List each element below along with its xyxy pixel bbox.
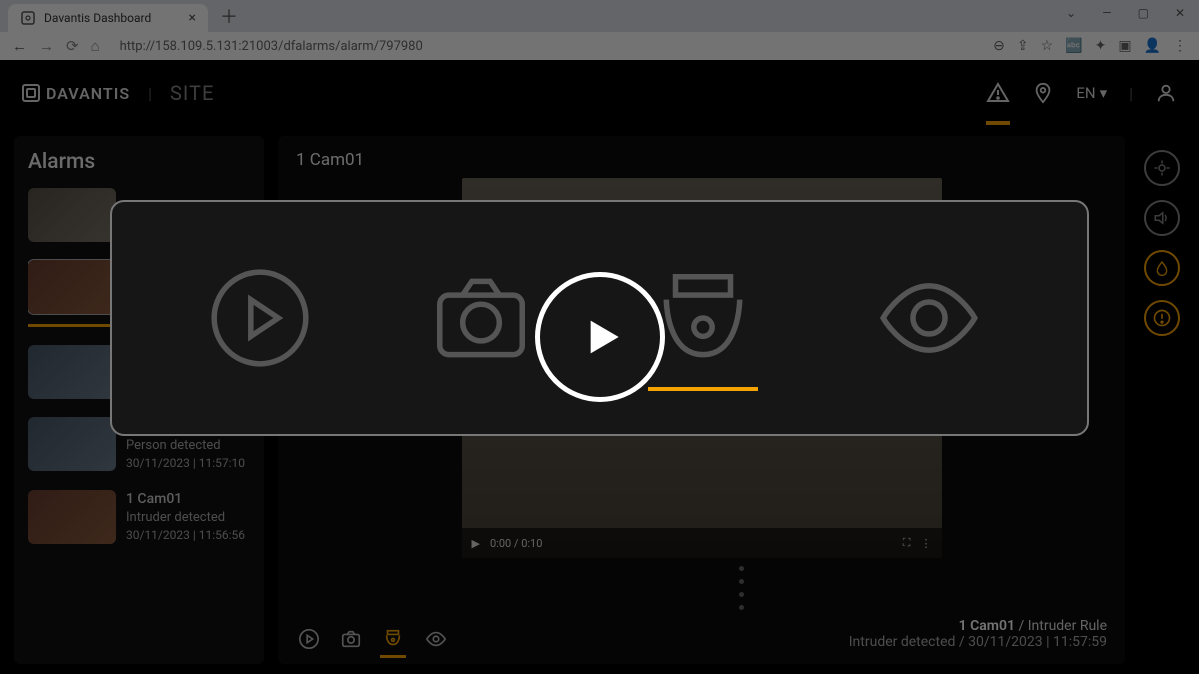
- tab-favicon-icon: [20, 10, 36, 26]
- meta-camera: 1 Cam01: [959, 618, 1015, 634]
- language-selector[interactable]: EN ▾: [1076, 84, 1107, 102]
- viewer-camera-label: 1 Cam01: [296, 150, 1107, 170]
- window-controls: ⌄ — ▢ ✕: [1060, 4, 1191, 22]
- alarm-meta-line1: 1 Cam01 / Intruder Rule: [849, 618, 1107, 634]
- alarm-thumbnail: [28, 417, 116, 471]
- forward-icon[interactable]: →: [39, 37, 54, 55]
- video-current-time: 0:00: [490, 537, 511, 550]
- reload-icon[interactable]: ⟳: [66, 37, 79, 55]
- tab-title: Davantis Dashboard: [44, 11, 181, 25]
- play-icon[interactable]: ▶: [472, 537, 480, 550]
- minimize-icon[interactable]: —: [1096, 4, 1117, 22]
- alarm-timestamp: 30/11/2023 | 11:56:56: [126, 527, 245, 544]
- viewer-bottom-row: 1 Cam01 / Intruder Rule Intruder detecte…: [296, 618, 1107, 650]
- alarm-event-label: Person detected: [126, 437, 245, 455]
- meta-event: Intruder detected: [849, 634, 956, 650]
- kebab-icon[interactable]: ⋮: [1173, 38, 1187, 54]
- chevron-down-icon[interactable]: ⌄: [1060, 4, 1082, 22]
- separator: |: [1129, 84, 1133, 103]
- video-duration: 0:10: [521, 537, 542, 550]
- play-action-icon[interactable]: [205, 263, 315, 373]
- site-label: SITE: [170, 81, 214, 105]
- alarm-thumbnail: [28, 260, 116, 314]
- alarm-meta: 1 Cam01 / Intruder Rule Intruder detecte…: [849, 618, 1107, 650]
- tab-close-icon[interactable]: ×: [189, 10, 196, 26]
- alarm-meta-line2: Intruder detected / 30/11/2023 | 11:57:5…: [849, 634, 1107, 650]
- toolbar-extensions: ⊖ ⇪ ☆ 🔤 ✦ ▣ 👤 ⋮: [993, 38, 1187, 54]
- browser-tab[interactable]: Davantis Dashboard ×: [8, 4, 208, 32]
- language-label: EN: [1076, 84, 1095, 102]
- topbar-right: EN ▾ |: [986, 81, 1177, 105]
- brand-logo[interactable]: DAVANTIS: [22, 84, 130, 103]
- meta-rule: Intruder Rule: [1028, 618, 1107, 634]
- alert-icon[interactable]: [986, 81, 1010, 105]
- location-icon[interactable]: [1032, 82, 1054, 104]
- alarm-thumbnail: [28, 345, 116, 399]
- alarm-thumbnail: [28, 188, 116, 242]
- droplet-icon[interactable]: [1144, 250, 1180, 286]
- ptz-camera-icon[interactable]: [382, 628, 404, 650]
- snapshot-icon[interactable]: [340, 628, 362, 650]
- kebab-icon[interactable]: ⋮: [921, 537, 932, 550]
- profile-icon[interactable]: 👤: [1144, 38, 1161, 54]
- eye-action-icon[interactable]: [864, 263, 994, 373]
- timeline-dots: [376, 566, 1107, 610]
- new-tab-button[interactable]: ＋: [220, 3, 238, 29]
- back-icon[interactable]: ←: [12, 37, 27, 55]
- extensions-icon[interactable]: ✦: [1095, 38, 1107, 54]
- share-icon[interactable]: ⇪: [1017, 38, 1029, 54]
- star-icon[interactable]: ☆: [1041, 38, 1054, 54]
- user-icon[interactable]: [1155, 82, 1177, 104]
- zoom-icon[interactable]: ⊖: [993, 38, 1005, 54]
- right-rail: [1139, 136, 1185, 664]
- home-icon[interactable]: ⌂: [91, 37, 100, 55]
- eye-icon[interactable]: [424, 628, 448, 650]
- separator: |: [148, 84, 152, 103]
- viewer-action-bar: [298, 628, 448, 650]
- alarm-camera-label: 1 Cam01: [126, 490, 245, 510]
- video-controls: ▶ 0:00 / 0:10 ⛶ ⋮: [462, 528, 942, 558]
- sidebar-title: Alarms: [28, 150, 260, 174]
- alarm-timestamp: 30/11/2023 | 11:57:10: [126, 455, 245, 472]
- play-icon[interactable]: [298, 628, 320, 650]
- topbar: DAVANTIS | SITE EN ▾ |: [0, 60, 1199, 126]
- snapshot-action-icon[interactable]: [421, 263, 541, 373]
- brand-text: DAVANTIS: [46, 84, 130, 103]
- logo-mark-icon: [22, 84, 40, 102]
- address-bar-row: ← → ⟳ ⌂ http://158.109.5.131:21003/dfala…: [0, 32, 1199, 60]
- alarm-thumbnail: [28, 490, 116, 544]
- alarm-item[interactable]: 1 Cam01 Intruder detected 30/11/2023 | 1…: [28, 490, 260, 545]
- fullscreen-icon[interactable]: ⛶: [903, 536, 911, 550]
- play-overlay-button[interactable]: [535, 272, 665, 402]
- panel-icon[interactable]: ▣: [1118, 38, 1131, 54]
- browser-chrome: Davantis Dashboard × ＋ ⌄ — ▢ ✕ ← → ⟳ ⌂ h…: [0, 0, 1199, 60]
- target-icon[interactable]: [1144, 150, 1180, 186]
- chevron-down-icon: ▾: [1100, 84, 1108, 102]
- speaker-icon[interactable]: [1144, 200, 1180, 236]
- maximize-icon[interactable]: ▢: [1132, 4, 1155, 22]
- video-time: 0:00 / 0:10: [490, 537, 542, 550]
- warning-icon[interactable]: [1144, 300, 1180, 336]
- tab-bar: Davantis Dashboard × ＋ ⌄ — ▢ ✕: [0, 0, 1199, 32]
- translate-icon[interactable]: 🔤: [1065, 38, 1082, 54]
- url-input[interactable]: http://158.109.5.131:21003/dfalarms/alar…: [112, 39, 981, 54]
- alarm-event-label: Intruder detected: [126, 509, 245, 527]
- close-window-icon[interactable]: ✕: [1169, 4, 1191, 22]
- meta-timestamp: 30/11/2023 | 11:57:59: [968, 634, 1107, 650]
- alarm-text: 1 Cam01 Intruder detected 30/11/2023 | 1…: [126, 490, 245, 545]
- ptz-camera-action-icon[interactable]: [648, 263, 758, 373]
